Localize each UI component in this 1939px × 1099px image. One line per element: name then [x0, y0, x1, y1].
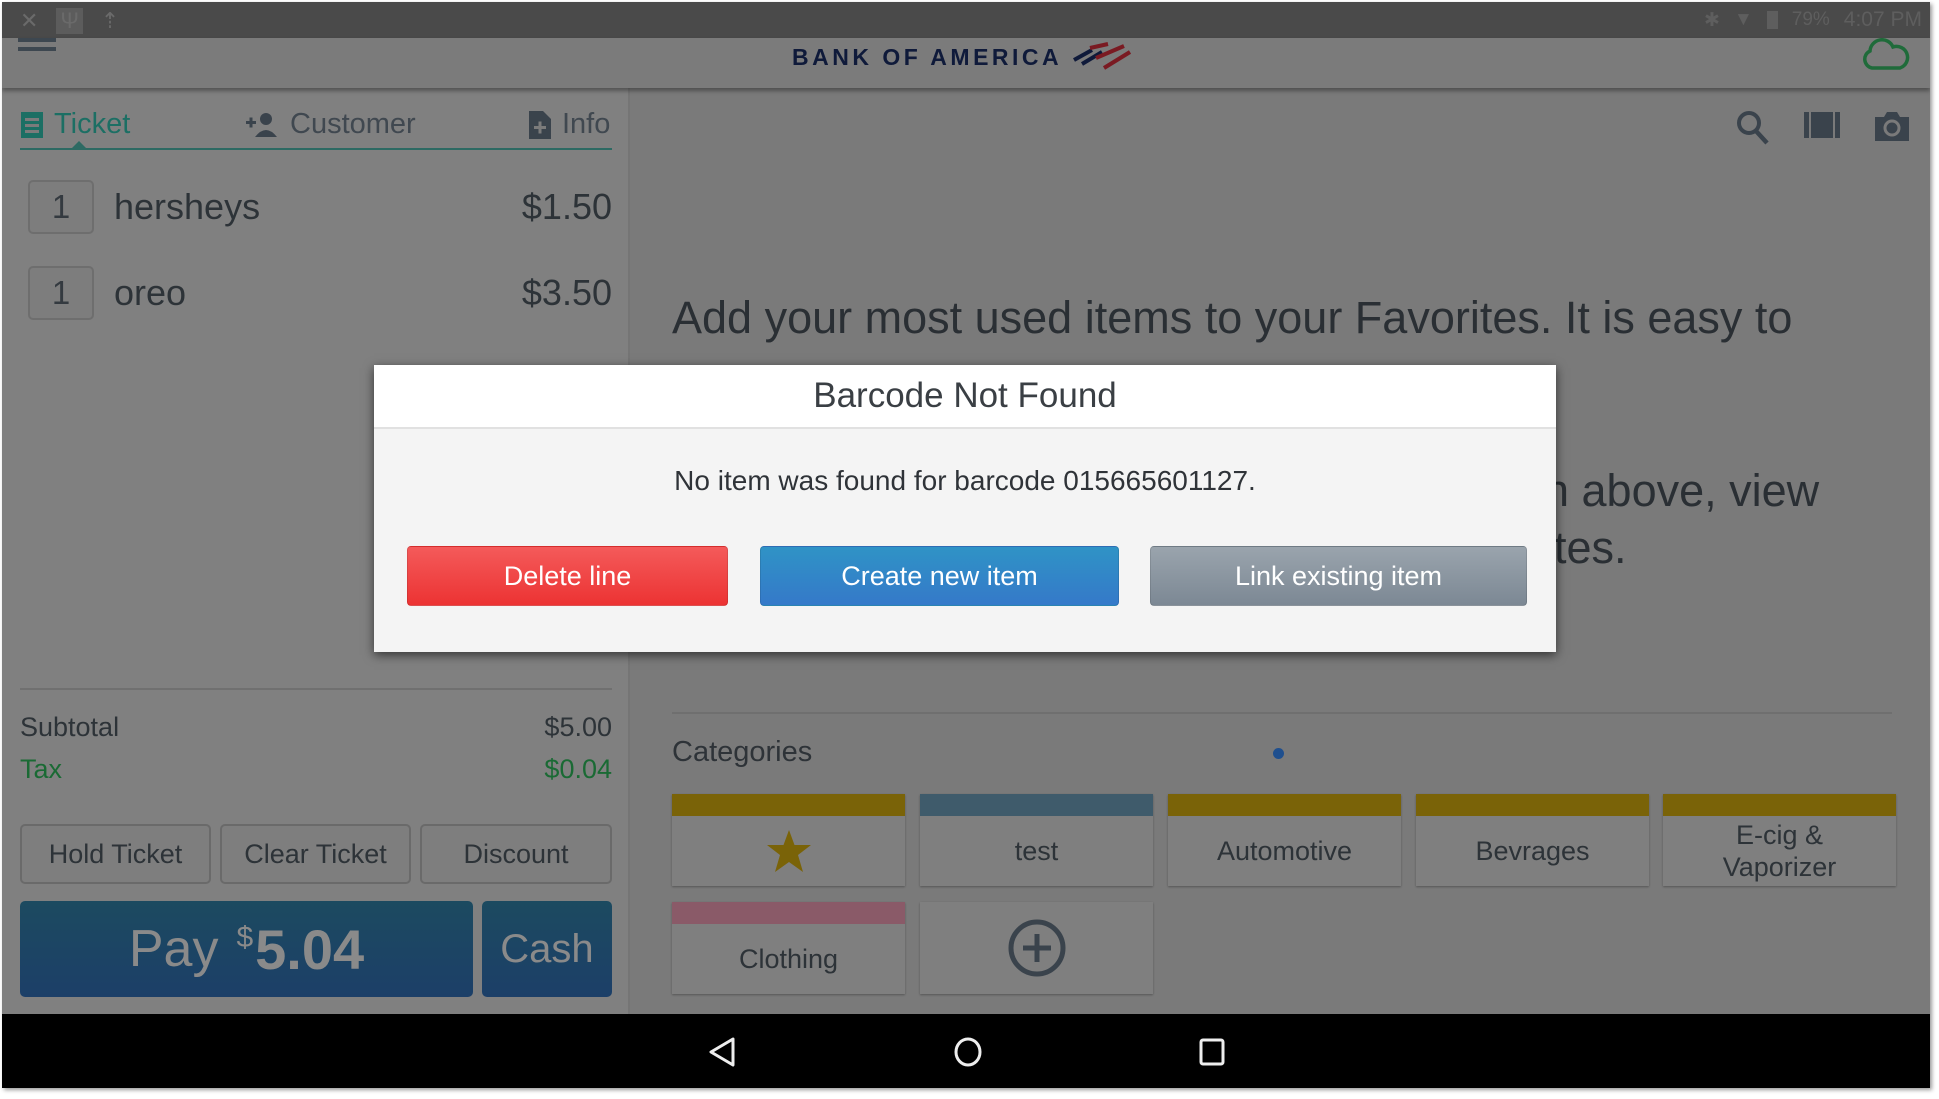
add-category-button[interactable]: [920, 902, 1153, 994]
tab-ticket[interactable]: Ticket: [20, 108, 130, 141]
active-tab-indicator: [70, 141, 88, 150]
category-color-bar: [672, 794, 905, 816]
category-label: E-cig & Vaporizer: [1722, 819, 1837, 882]
item-price: $1.50: [521, 186, 612, 227]
star-icon: [766, 830, 811, 872]
tab-customer-label: Customer: [290, 108, 416, 140]
bank-logo: BANK OF AMERICA: [792, 42, 1132, 72]
tab-info[interactable]: Info: [528, 108, 610, 141]
item-name: oreo: [114, 272, 187, 313]
delete-line-button[interactable]: Delete line: [407, 546, 728, 606]
recents-icon[interactable]: [1198, 1036, 1226, 1068]
tab-ticket-label: Ticket: [54, 108, 131, 140]
dialog-message: No item was found for barcode 0156656011…: [674, 465, 1256, 496]
category-color-bar: [1416, 794, 1649, 816]
barcode-icon[interactable]: [1804, 110, 1840, 140]
barcode-not-found-dialog: Barcode Not Found No item was found for …: [374, 365, 1556, 652]
page-indicator-dot: [1273, 748, 1284, 759]
hold-ticket-button[interactable]: Hold Ticket: [20, 824, 211, 884]
category-label: Bevrages: [1475, 835, 1590, 866]
search-icon[interactable]: [1736, 110, 1770, 146]
ticket-tabs: Ticket Customer Info: [20, 108, 612, 150]
favorites-hint-line3: ites.: [1544, 522, 1627, 573]
cloud-sync-icon[interactable]: [1860, 38, 1910, 72]
upload-icon: ⇡: [100, 8, 120, 33]
subtotal-row: Subtotal $5.00: [20, 712, 612, 743]
device-screen: ✕ Ψ ⇡ ✱ ▼ 79% 4:07 PM BANK OF AMERICA Ti…: [2, 2, 1930, 1088]
item-price: $3.50: [521, 272, 612, 313]
bluetooth-icon: ✱: [1704, 9, 1720, 31]
category-label: test: [1014, 835, 1059, 866]
camera-icon[interactable]: [1874, 110, 1910, 142]
add-document-icon: [529, 110, 551, 139]
battery-icon: [1766, 11, 1778, 29]
toolbar-icons: [1736, 110, 1910, 146]
category-color-bar: [672, 902, 905, 924]
dialog-title: Barcode Not Found: [374, 365, 1556, 429]
clock: 4:07 PM: [1843, 8, 1922, 31]
pay-amount: 5.04: [255, 917, 365, 981]
battery-level: 79%: [1791, 9, 1830, 30]
category-tile[interactable]: Automotive: [1168, 794, 1401, 886]
pay-button[interactable]: Pay $ 5.04: [20, 901, 473, 997]
tax-value: $0.04: [544, 754, 612, 784]
category-tile[interactable]: test: [920, 794, 1153, 886]
discount-button[interactable]: Discount: [420, 824, 612, 884]
cash-label: Cash: [500, 926, 594, 971]
categories-label: Categories: [672, 736, 813, 768]
quantity-box[interactable]: 1: [28, 180, 94, 234]
hamburger-menu-icon[interactable]: [18, 38, 56, 60]
subtotal-value: $5.00: [544, 712, 612, 742]
flag-icon: [1073, 42, 1132, 70]
tax-row: Tax $0.04: [20, 754, 612, 785]
subtotal-label: Subtotal: [20, 712, 120, 742]
category-color-bar: [1663, 794, 1896, 816]
tax-label: Tax: [20, 754, 63, 784]
category-tile[interactable]: E-cig & Vaporizer: [1663, 794, 1896, 886]
wifi-icon: ▼: [1733, 9, 1753, 30]
home-icon[interactable]: [953, 1036, 983, 1068]
category-label: Clothing: [738, 943, 839, 974]
create-new-item-button[interactable]: Create new item: [760, 546, 1119, 606]
clear-ticket-button[interactable]: Clear Ticket: [220, 824, 411, 884]
link-existing-item-button[interactable]: Link existing item: [1150, 546, 1527, 606]
favorites-hint-line1: Add your most used items to your Favorit…: [672, 292, 1793, 343]
usb-icon: Ψ: [56, 8, 83, 34]
status-bar: ✕ Ψ ⇡ ✱ ▼ 79% 4:07 PM: [2, 2, 1930, 38]
totals-divider: [20, 688, 612, 690]
system-nav-bar: [2, 1014, 1930, 1088]
tab-info-label: Info: [562, 108, 611, 140]
category-label: Automotive: [1216, 835, 1353, 866]
logo-text: BANK OF AMERICA: [792, 43, 1063, 70]
notification-muted-icon: ✕: [20, 8, 39, 33]
item-name: hersheys: [114, 186, 261, 227]
line-item[interactable]: 1 oreo $3.50: [28, 266, 612, 320]
add-circle-icon: [1008, 919, 1065, 977]
category-tile-favorites[interactable]: [672, 794, 905, 886]
receipt-icon: [21, 111, 43, 138]
pay-currency: $: [236, 921, 254, 954]
pay-label: Pay: [128, 920, 219, 978]
category-color-bar: [1168, 794, 1401, 816]
favorites-hint-line2: n above, view: [1544, 465, 1820, 516]
add-person-icon: [246, 112, 277, 137]
quantity-box[interactable]: 1: [28, 266, 94, 320]
cash-button[interactable]: Cash: [482, 901, 612, 997]
category-tile[interactable]: Bevrages: [1416, 794, 1649, 886]
categories-divider: [672, 712, 1892, 714]
back-icon[interactable]: [708, 1036, 736, 1068]
category-color-bar: [920, 794, 1153, 816]
app-bar: BANK OF AMERICA: [2, 38, 1930, 88]
tab-customer[interactable]: Customer: [246, 108, 416, 141]
line-item[interactable]: 1 hersheys $1.50: [28, 180, 612, 234]
category-tile[interactable]: Clothing: [672, 902, 905, 994]
